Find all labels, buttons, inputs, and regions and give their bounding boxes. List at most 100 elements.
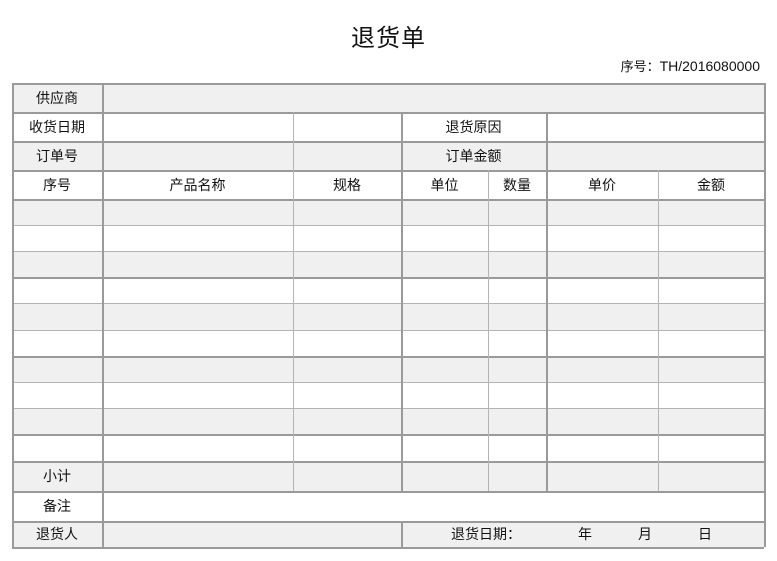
item-cell-spec[interactable] [293,303,401,330]
grid-line [487,170,489,491]
item-cell-unit[interactable] [401,408,488,435]
returner-field[interactable] [102,521,401,547]
subtotal-cell[interactable] [102,461,293,491]
item-cell-quantity[interactable] [488,251,546,278]
order-amount-field[interactable] [546,141,764,170]
subtotal-cell[interactable] [293,461,401,491]
item-cell-quantity[interactable] [488,408,546,435]
item-cell-index[interactable] [12,251,102,278]
item-cell-amount[interactable] [658,408,764,435]
item-cell-unit-price[interactable] [546,225,658,252]
order-number-field[interactable] [102,141,293,170]
item-cell-spec[interactable] [293,277,401,304]
item-cell-quantity[interactable] [488,382,546,409]
item-cell-product-name[interactable] [102,330,293,357]
grid-line [12,355,764,358]
item-cell-spec[interactable] [293,251,401,278]
item-cell-unit-price[interactable] [546,303,658,330]
item-cell-unit-price[interactable] [546,277,658,304]
item-cell-amount[interactable] [658,382,764,409]
item-cell-amount[interactable] [658,199,764,226]
item-cell-index[interactable] [12,303,102,330]
return-date-year: 年 [578,527,592,543]
item-cell-spec[interactable] [293,434,401,461]
item-cell-quantity[interactable] [488,356,546,383]
item-cell-quantity[interactable] [488,277,546,304]
item-cell-product-name[interactable] [102,277,293,304]
return-form-table: 供应商 收货日期 退货原因 订单号 订单金额 序号 产品名称 规格 单位 数量 … [11,82,766,549]
item-cell-unit[interactable] [401,303,488,330]
item-cell-product-name[interactable] [102,408,293,435]
item-cell-unit-price[interactable] [546,199,658,226]
item-cell-amount[interactable] [658,251,764,278]
grid-line [12,434,764,437]
item-cell-index[interactable] [12,199,102,226]
return-date-field[interactable]: 退货日期： 年 月 日 [401,521,764,547]
item-cell-unit-price[interactable] [546,434,658,461]
item-cell-spec[interactable] [293,408,401,435]
item-cell-quantity[interactable] [488,303,546,330]
return-date-month: 月 [638,527,652,543]
item-cell-product-name[interactable] [102,199,293,226]
subtotal-amount-cell[interactable] [658,461,764,491]
grid-line [292,112,294,491]
item-cell-amount[interactable] [658,330,764,357]
item-cell-unit-price[interactable] [546,408,658,435]
item-cell-quantity[interactable] [488,434,546,461]
receive-date-field[interactable] [102,112,293,141]
item-cell-product-name[interactable] [102,251,293,278]
subtotal-quantity-cell[interactable] [488,461,546,491]
remarks-field[interactable] [102,491,764,521]
receive-date-field-extra[interactable] [293,112,401,141]
item-cell-product-name[interactable] [102,303,293,330]
subtotal-cell[interactable] [546,461,658,491]
item-cell-product-name[interactable] [102,225,293,252]
item-cell-unit-price[interactable] [546,251,658,278]
item-cell-amount[interactable] [658,303,764,330]
serial-number: 序号：TH/2016080000 [621,56,760,75]
item-cell-index[interactable] [12,408,102,435]
item-cell-quantity[interactable] [488,225,546,252]
order-amount-label: 订单金额 [401,141,546,170]
item-cell-product-name[interactable] [102,434,293,461]
order-number-field-extra[interactable] [293,141,401,170]
item-cell-unit[interactable] [401,434,488,461]
grid-line [545,112,548,491]
grid-line [11,83,14,547]
item-cell-unit[interactable] [401,225,488,252]
item-cell-index[interactable] [12,277,102,304]
item-cell-unit[interactable] [401,199,488,226]
item-cell-unit[interactable] [401,251,488,278]
grid-line [400,112,403,491]
item-cell-unit-price[interactable] [546,382,658,409]
item-cell-unit[interactable] [401,277,488,304]
item-cell-index[interactable] [12,382,102,409]
subtotal-cell[interactable] [401,461,488,491]
item-cell-index[interactable] [12,434,102,461]
return-reason-field[interactable] [546,112,764,141]
item-cell-spec[interactable] [293,225,401,252]
item-cell-spec[interactable] [293,382,401,409]
supplier-field[interactable] [102,83,764,112]
serial-label: 序号： [620,60,660,75]
item-cell-spec[interactable] [293,330,401,357]
item-cell-unit[interactable] [401,382,488,409]
item-cell-unit-price[interactable] [546,356,658,383]
item-cell-amount[interactable] [658,277,764,304]
item-cell-index[interactable] [12,356,102,383]
item-cell-unit[interactable] [401,330,488,357]
item-cell-quantity[interactable] [488,199,546,226]
order-number-label: 订单号 [12,141,102,170]
item-cell-spec[interactable] [293,199,401,226]
item-cell-amount[interactable] [658,434,764,461]
item-cell-index[interactable] [12,330,102,357]
item-cell-index[interactable] [12,225,102,252]
item-cell-unit-price[interactable] [546,330,658,357]
item-cell-quantity[interactable] [488,330,546,357]
item-cell-product-name[interactable] [102,356,293,383]
item-cell-spec[interactable] [293,356,401,383]
item-cell-unit[interactable] [401,356,488,383]
item-cell-amount[interactable] [658,225,764,252]
item-cell-amount[interactable] [658,356,764,383]
item-cell-product-name[interactable] [102,382,293,409]
